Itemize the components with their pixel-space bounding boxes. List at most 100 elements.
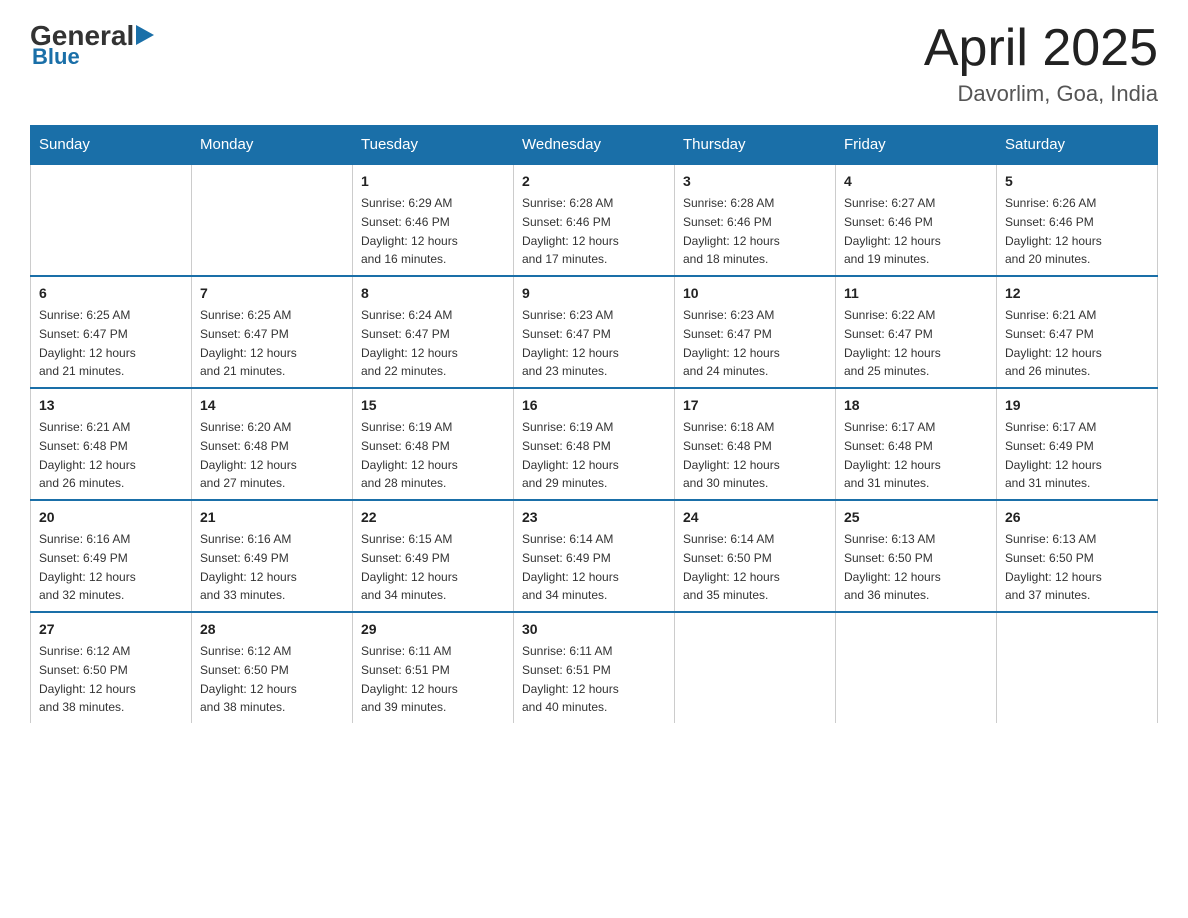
calendar-header-friday: Friday: [836, 126, 997, 165]
day-number: 21: [200, 507, 344, 528]
calendar-day-cell: 22 Sunrise: 6:15 AM Sunset: 6:49 PM Dayli…: [353, 500, 514, 612]
day-info: Sunrise: 6:26 AM Sunset: 6:46 PM Dayligh…: [1005, 196, 1102, 266]
calendar-day-cell: 16 Sunrise: 6:19 AM Sunset: 6:48 PM Dayli…: [514, 388, 675, 500]
day-info: Sunrise: 6:25 AM Sunset: 6:47 PM Dayligh…: [39, 308, 136, 378]
day-number: 1: [361, 171, 505, 192]
calendar-day-cell: 19Sunrise: 6:17 AM Sunset: 6:49 PM Dayli…: [997, 388, 1158, 500]
day-number: 22: [361, 507, 505, 528]
day-info: Sunrise: 6:13 AM Sunset: 6:50 PM Dayligh…: [844, 532, 941, 602]
calendar-day-cell: 14Sunrise: 6:20 AM Sunset: 6:48 PM Dayli…: [192, 388, 353, 500]
day-info: Sunrise: 6:23 AM Sunset: 6:47 PM Dayligh…: [522, 308, 619, 378]
day-info: Sunrise: 6:15 AM Sunset: 6:49 PM Dayligh…: [361, 532, 458, 602]
calendar-day-cell: 2Sunrise: 6:28 AM Sunset: 6:46 PM Daylig…: [514, 164, 675, 276]
day-number: 23: [522, 507, 666, 528]
calendar-day-cell: 1Sunrise: 6:29 AM Sunset: 6:46 PM Daylig…: [353, 164, 514, 276]
calendar-day-cell: 29 Sunrise: 6:11 AM Sunset: 6:51 PM Dayli…: [353, 612, 514, 723]
calendar-day-cell: 21 Sunrise: 6:16 AM Sunset: 6:49 PM Dayli…: [192, 500, 353, 612]
calendar-day-cell: 24Sunrise: 6:14 AM Sunset: 6:50 PM Dayli…: [675, 500, 836, 612]
day-number: 20: [39, 507, 183, 528]
day-number: 26: [1005, 507, 1149, 528]
calendar-table: SundayMondayTuesdayWednesdayThursdayFrid…: [30, 125, 1158, 723]
day-number: 12: [1005, 283, 1149, 304]
calendar-day-cell: 23 Sunrise: 6:14 AM Sunset: 6:49 PM Dayli…: [514, 500, 675, 612]
calendar-empty-cell: [675, 612, 836, 723]
day-number: 9: [522, 283, 666, 304]
calendar-header-sunday: Sunday: [31, 126, 192, 165]
calendar-day-cell: 15 Sunrise: 6:19 AM Sunset: 6:48 PM Dayli…: [353, 388, 514, 500]
day-info: Sunrise: 6:19 AM Sunset: 6:48 PM Dayligh…: [361, 420, 458, 490]
day-number: 16: [522, 395, 666, 416]
day-number: 8: [361, 283, 505, 304]
calendar-day-cell: 12Sunrise: 6:21 AM Sunset: 6:47 PM Dayli…: [997, 276, 1158, 388]
day-number: 17: [683, 395, 827, 416]
day-info: Sunrise: 6:14 AM Sunset: 6:49 PM Dayligh…: [522, 532, 619, 602]
calendar-day-cell: 11 Sunrise: 6:22 AM Sunset: 6:47 PM Dayli…: [836, 276, 997, 388]
calendar-day-cell: 6 Sunrise: 6:25 AM Sunset: 6:47 PM Daylig…: [31, 276, 192, 388]
calendar-day-cell: 28Sunrise: 6:12 AM Sunset: 6:50 PM Dayli…: [192, 612, 353, 723]
calendar-week-row: 20 Sunrise: 6:16 AM Sunset: 6:49 PM Dayli…: [31, 500, 1158, 612]
day-number: 6: [39, 283, 183, 304]
calendar-day-cell: 13 Sunrise: 6:21 AM Sunset: 6:48 PM Dayli…: [31, 388, 192, 500]
day-info: Sunrise: 6:17 AM Sunset: 6:48 PM Dayligh…: [844, 420, 941, 490]
calendar-empty-cell: [192, 164, 353, 276]
day-info: Sunrise: 6:22 AM Sunset: 6:47 PM Dayligh…: [844, 308, 941, 378]
calendar-day-cell: 18 Sunrise: 6:17 AM Sunset: 6:48 PM Dayli…: [836, 388, 997, 500]
day-info: Sunrise: 6:11 AM Sunset: 6:51 PM Dayligh…: [361, 644, 458, 714]
day-info: Sunrise: 6:28 AM Sunset: 6:46 PM Dayligh…: [683, 196, 780, 266]
calendar-day-cell: 7 Sunrise: 6:25 AM Sunset: 6:47 PM Daylig…: [192, 276, 353, 388]
calendar-day-cell: 30 Sunrise: 6:11 AM Sunset: 6:51 PM Dayli…: [514, 612, 675, 723]
day-number: 29: [361, 619, 505, 640]
day-number: 30: [522, 619, 666, 640]
calendar-week-row: 13 Sunrise: 6:21 AM Sunset: 6:48 PM Dayli…: [31, 388, 1158, 500]
day-info: Sunrise: 6:17 AM Sunset: 6:49 PM Dayligh…: [1005, 420, 1102, 490]
day-info: Sunrise: 6:28 AM Sunset: 6:46 PM Dayligh…: [522, 196, 619, 266]
calendar-day-cell: 8 Sunrise: 6:24 AM Sunset: 6:47 PM Daylig…: [353, 276, 514, 388]
day-info: Sunrise: 6:13 AM Sunset: 6:50 PM Dayligh…: [1005, 532, 1102, 602]
calendar-header-row: SundayMondayTuesdayWednesdayThursdayFrid…: [31, 126, 1158, 165]
day-info: Sunrise: 6:16 AM Sunset: 6:49 PM Dayligh…: [200, 532, 297, 602]
day-info: Sunrise: 6:16 AM Sunset: 6:49 PM Dayligh…: [39, 532, 136, 602]
calendar-day-cell: 20 Sunrise: 6:16 AM Sunset: 6:49 PM Dayli…: [31, 500, 192, 612]
calendar-empty-cell: [836, 612, 997, 723]
day-info: Sunrise: 6:19 AM Sunset: 6:48 PM Dayligh…: [522, 420, 619, 490]
calendar-week-row: 1Sunrise: 6:29 AM Sunset: 6:46 PM Daylig…: [31, 164, 1158, 276]
day-number: 18: [844, 395, 988, 416]
day-info: Sunrise: 6:24 AM Sunset: 6:47 PM Dayligh…: [361, 308, 458, 378]
calendar-day-cell: 27Sunrise: 6:12 AM Sunset: 6:50 PM Dayli…: [31, 612, 192, 723]
calendar-day-cell: 25Sunrise: 6:13 AM Sunset: 6:50 PM Dayli…: [836, 500, 997, 612]
day-number: 3: [683, 171, 827, 192]
day-number: 5: [1005, 171, 1149, 192]
day-number: 28: [200, 619, 344, 640]
header: General Blue April 2025 Davorlim, Goa, I…: [30, 20, 1158, 107]
calendar-week-row: 6 Sunrise: 6:25 AM Sunset: 6:47 PM Daylig…: [31, 276, 1158, 388]
calendar-day-cell: 4Sunrise: 6:27 AM Sunset: 6:46 PM Daylig…: [836, 164, 997, 276]
day-number: 7: [200, 283, 344, 304]
day-info: Sunrise: 6:25 AM Sunset: 6:47 PM Dayligh…: [200, 308, 297, 378]
month-title: April 2025: [924, 20, 1158, 77]
location-title: Davorlim, Goa, India: [924, 81, 1158, 107]
calendar-header-wednesday: Wednesday: [514, 126, 675, 165]
day-info: Sunrise: 6:11 AM Sunset: 6:51 PM Dayligh…: [522, 644, 619, 714]
day-number: 15: [361, 395, 505, 416]
day-info: Sunrise: 6:27 AM Sunset: 6:46 PM Dayligh…: [844, 196, 941, 266]
calendar-day-cell: 26 Sunrise: 6:13 AM Sunset: 6:50 PM Dayli…: [997, 500, 1158, 612]
calendar-day-cell: 9 Sunrise: 6:23 AM Sunset: 6:47 PM Daylig…: [514, 276, 675, 388]
day-number: 27: [39, 619, 183, 640]
calendar-header-thursday: Thursday: [675, 126, 836, 165]
calendar-day-cell: 10Sunrise: 6:23 AM Sunset: 6:47 PM Dayli…: [675, 276, 836, 388]
day-info: Sunrise: 6:14 AM Sunset: 6:50 PM Dayligh…: [683, 532, 780, 602]
calendar-header-tuesday: Tuesday: [353, 126, 514, 165]
day-info: Sunrise: 6:20 AM Sunset: 6:48 PM Dayligh…: [200, 420, 297, 490]
calendar-empty-cell: [31, 164, 192, 276]
title-area: April 2025 Davorlim, Goa, India: [924, 20, 1158, 107]
calendar-header-monday: Monday: [192, 126, 353, 165]
day-number: 11: [844, 283, 988, 304]
calendar-header-saturday: Saturday: [997, 126, 1158, 165]
day-number: 13: [39, 395, 183, 416]
calendar-day-cell: 17Sunrise: 6:18 AM Sunset: 6:48 PM Dayli…: [675, 388, 836, 500]
calendar-day-cell: 3 Sunrise: 6:28 AM Sunset: 6:46 PM Daylig…: [675, 164, 836, 276]
calendar-week-row: 27Sunrise: 6:12 AM Sunset: 6:50 PM Dayli…: [31, 612, 1158, 723]
day-info: Sunrise: 6:21 AM Sunset: 6:48 PM Dayligh…: [39, 420, 136, 490]
logo-blue-text: Blue: [32, 44, 80, 69]
day-number: 10: [683, 283, 827, 304]
